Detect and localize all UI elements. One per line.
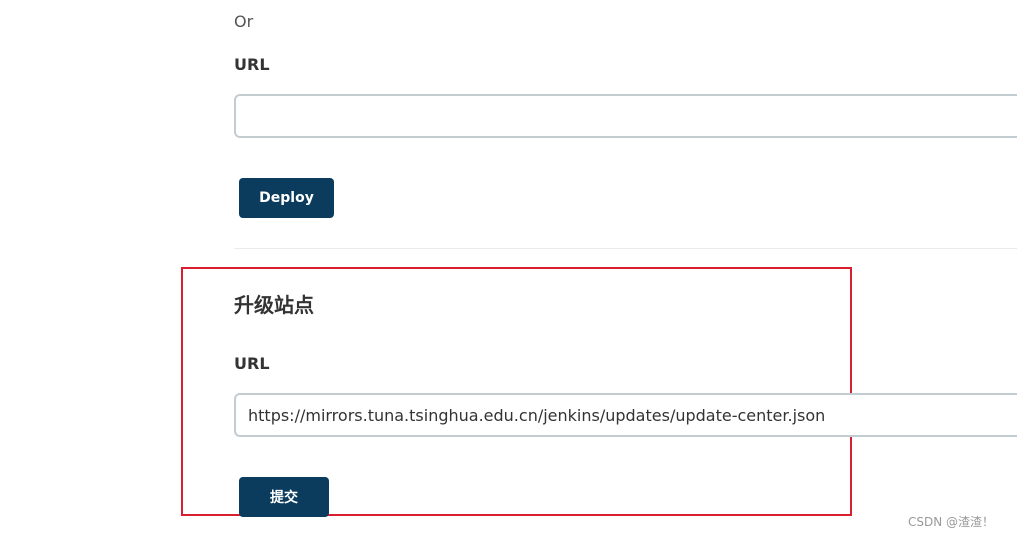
submit-button[interactable]: 提交 (239, 477, 329, 517)
deploy-url-label: URL (234, 55, 270, 74)
or-separator-text: Or (234, 12, 254, 31)
update-site-heading: 升级站点 (234, 293, 314, 317)
update-site-url-label: URL (234, 354, 270, 373)
deploy-button[interactable]: Deploy (239, 178, 334, 218)
section-divider (234, 248, 1017, 249)
watermark-text: CSDN @渣渣！ (908, 515, 995, 529)
update-site-url-input[interactable] (234, 393, 1017, 437)
deploy-url-input[interactable] (234, 94, 1017, 138)
